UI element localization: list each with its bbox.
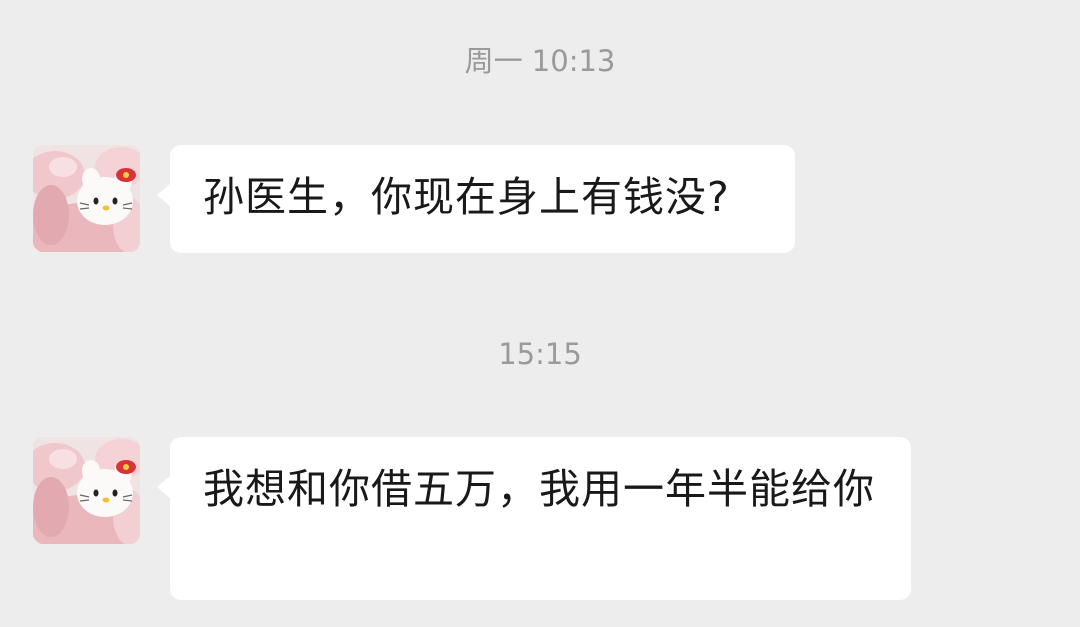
sender-avatar[interactable]	[33, 437, 140, 544]
message-bubble[interactable]: 我想和你借五万，我用一年半能给你	[157, 437, 911, 600]
hello-kitty-avatar-icon	[33, 437, 140, 544]
message-text: 孙医生，你现在身上有钱没?	[203, 173, 730, 221]
chat-message-area[interactable]: 周一 10:13 孙医生，你现在身上有钱没? 15:15 我想和你借五万，我用一…	[0, 0, 1080, 627]
hello-kitty-avatar-icon	[33, 145, 140, 252]
message-timestamp: 15:15	[498, 337, 582, 371]
message-text: 我想和你借五万，我用一年半能给你	[203, 465, 875, 513]
message-timestamp: 周一 10:13	[464, 44, 616, 78]
sender-avatar[interactable]	[33, 145, 140, 252]
message-bubble[interactable]: 孙医生，你现在身上有钱没?	[157, 145, 795, 253]
